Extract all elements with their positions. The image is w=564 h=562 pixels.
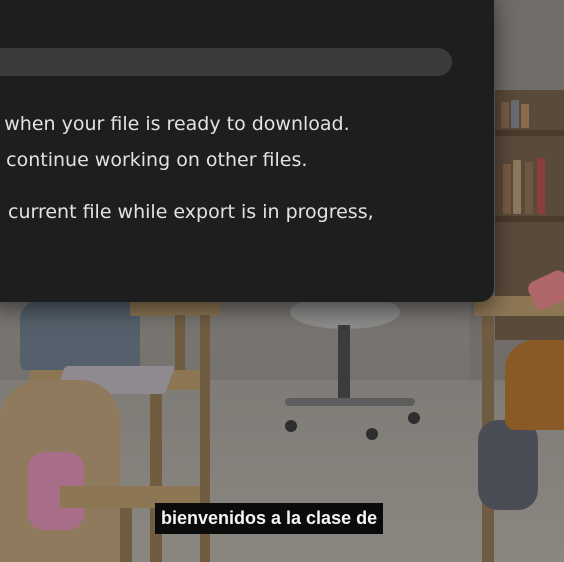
- desk-leg: [150, 390, 162, 562]
- book: [503, 164, 511, 214]
- book: [537, 158, 545, 214]
- student-left: [20, 300, 140, 370]
- book: [521, 104, 529, 128]
- chair-wheel: [285, 420, 297, 432]
- office-chair-base: [285, 398, 415, 406]
- book: [511, 100, 519, 128]
- book: [513, 160, 521, 214]
- shelf-board: [495, 216, 564, 222]
- chair-wheel: [366, 428, 378, 440]
- dialog-message-line: ail when your file is ready to download.: [0, 113, 350, 135]
- dialog-message-line: nd continue working on other files.: [0, 149, 308, 171]
- desk: [130, 300, 220, 316]
- office-chair-stem: [338, 325, 350, 400]
- dialog-message-line: current file while export is in progress…: [8, 201, 374, 223]
- editor-stage: bienvenidos a la clase de ail when your …: [0, 0, 564, 562]
- shelf-board: [495, 130, 564, 136]
- subtitle-caption: bienvenidos a la clase de: [155, 503, 384, 534]
- desk-leg: [120, 508, 132, 562]
- export-progress-dialog: ail when your file is ready to download.…: [0, 0, 494, 302]
- book: [525, 162, 533, 214]
- export-progress-bar: [0, 48, 452, 76]
- desk-leg: [175, 315, 185, 375]
- child-right: [505, 340, 564, 430]
- book: [501, 102, 509, 128]
- child-right-legs: [478, 420, 538, 510]
- chair-wheel: [408, 412, 420, 424]
